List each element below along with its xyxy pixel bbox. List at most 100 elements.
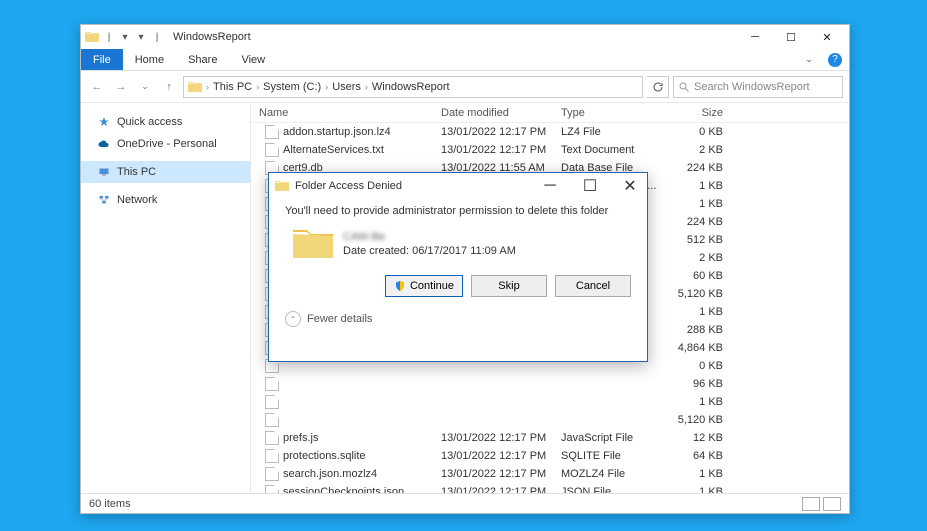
chevron-right-icon: › [256,82,259,92]
folder-icon [293,227,333,261]
close-button[interactable]: ✕ [809,25,845,49]
chevron-right-icon: › [206,82,209,92]
recent-locations-icon[interactable]: ⌄ [135,77,155,97]
table-row[interactable]: search.json.mozlz4 13/01/2022 12:17 PMMOZ… [251,465,849,483]
table-row[interactable]: prefs.js13/01/2022 12:17 PMJavaScript Fi… [251,429,849,447]
sidebar-item-label: Network [117,194,157,206]
folder-icon [275,180,289,192]
ribbon-expand-icon[interactable]: ⌄ [797,49,821,70]
file-name: sessionCheckpoints.json [283,486,404,493]
crumb[interactable]: Users [332,81,361,93]
column-date[interactable]: Date modified [441,107,561,119]
qat-divider: | [103,31,115,43]
file-size: 96 KB [671,378,731,390]
file-size: 5,120 KB [671,288,731,300]
dialog-folder-date: Date created: 06/17/2017 11:09 AM [343,245,516,257]
up-button[interactable]: ↑ [159,77,179,97]
window-title: WindowsReport [173,31,251,43]
file-name: search.json.mozlz4 [283,468,377,480]
file-name: prefs.js [283,432,318,444]
column-type[interactable]: Type [561,107,671,119]
sidebar-item-network[interactable]: Network [81,189,250,211]
file-size: 288 KB [671,324,731,336]
net-icon [97,194,111,206]
file-size: 512 KB [671,234,731,246]
tab-view[interactable]: View [229,49,277,70]
file-size: 1 KB [671,180,731,192]
dialog-maximize-button[interactable]: ☐ [573,173,607,199]
minimize-button[interactable]: ─ [737,25,773,49]
dialog-close-button[interactable]: ✕ [613,173,647,199]
table-row[interactable]: 1 KB [251,393,849,411]
file-icon [265,485,279,493]
help-button[interactable]: ? [821,49,849,70]
tab-share[interactable]: Share [176,49,229,70]
table-row[interactable]: addon.startup.json.lz413/01/2022 12:17 P… [251,123,849,141]
refresh-icon [652,81,664,93]
fewer-details-toggle[interactable]: ⌃ Fewer details [269,297,647,341]
table-row[interactable]: 96 KB [251,375,849,393]
crumb[interactable]: WindowsReport [372,81,450,93]
sidebar-item-onedrive-personal[interactable]: OneDrive - Personal [81,133,250,155]
file-size: 224 KB [671,216,731,228]
view-large-icon[interactable] [823,497,841,511]
cancel-button[interactable]: Cancel [555,275,631,297]
search-placeholder: Search WindowsReport [694,81,810,93]
dialog-folder-info: CAW-Be Date created: 06/17/2017 11:09 AM [269,217,647,261]
search-input[interactable]: Search WindowsReport [673,76,843,98]
file-icon [265,449,279,463]
table-row[interactable]: 5,120 KB [251,411,849,429]
table-row[interactable]: sessionCheckpoints.json13/01/2022 12:17 … [251,483,849,493]
crumb[interactable]: System (C:) [263,81,321,93]
sidebar-item-label: Quick access [117,116,182,128]
file-date: 13/01/2022 12:17 PM [441,468,561,480]
view-details-icon[interactable] [802,497,820,511]
dialog-minimize-button[interactable]: ─ [533,173,567,199]
refresh-button[interactable] [647,76,669,98]
file-icon [265,467,279,481]
file-size: 1 KB [671,396,731,408]
file-icon [265,377,279,391]
chevron-right-icon: › [365,82,368,92]
file-size: 12 KB [671,432,731,444]
file-date: 13/01/2022 12:17 PM [441,126,561,138]
table-row[interactable]: AlternateServices.txt13/01/2022 12:17 PM… [251,141,849,159]
file-size: 1 KB [671,198,731,210]
file-icon [265,431,279,445]
sidebar-item-this-pc[interactable]: This PC [81,161,250,183]
file-size: 0 KB [671,126,731,138]
file-size: 1 KB [671,306,731,318]
column-size[interactable]: Size [671,107,731,119]
search-icon [678,81,690,93]
dialog-message: You'll need to provide administrator per… [269,199,647,217]
maximize-button[interactable]: ☐ [773,25,809,49]
folder-icon [85,31,99,43]
fewer-details-label: Fewer details [307,313,372,325]
tab-home[interactable]: Home [123,49,176,70]
file-size: 4,864 KB [671,342,731,354]
forward-button[interactable]: → [111,77,131,97]
uac-shield-icon [394,280,406,292]
file-type: LZ4 File [561,126,671,138]
sidebar-item-quick-access[interactable]: Quick access [81,111,250,133]
breadcrumb[interactable]: › This PC › System (C:) › Users › Window… [183,76,643,98]
skip-button[interactable]: Skip [471,275,547,297]
file-size: 5,120 KB [671,414,731,426]
status-bar: 60 items [81,493,849,513]
tab-file[interactable]: File [81,49,123,70]
qat-overflow-icon[interactable]: ▾ [135,31,147,43]
continue-button[interactable]: Continue [385,275,463,297]
table-row[interactable]: protections.sqlite13/01/2022 12:17 PMSQL… [251,447,849,465]
file-size: 2 KB [671,144,731,156]
crumb[interactable]: This PC [213,81,252,93]
dialog-titlebar: Folder Access Denied ─ ☐ ✕ [269,173,647,199]
file-name: protections.sqlite [283,450,366,462]
file-size: 1 KB [671,468,731,480]
qat-dropdown-icon[interactable]: ▾ [119,31,131,43]
file-type: MOZLZ4 File [561,468,671,480]
sidebar-item-label: This PC [117,166,156,178]
file-icon [265,143,279,157]
file-type: Text Document [561,144,671,156]
back-button[interactable]: ← [87,77,107,97]
column-name[interactable]: Name [251,107,441,119]
